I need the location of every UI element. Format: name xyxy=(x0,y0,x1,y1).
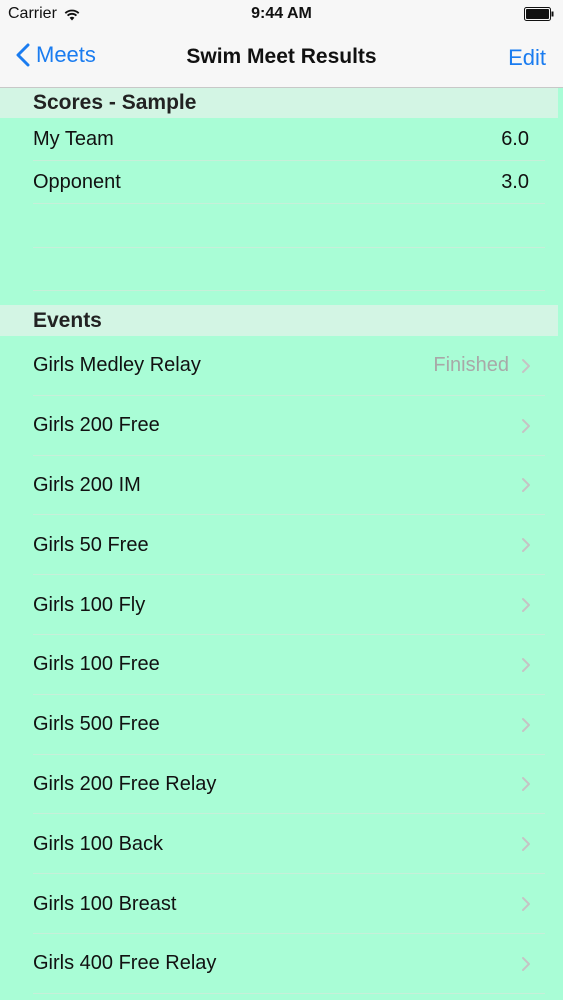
event-status: Finished xyxy=(433,354,509,377)
score-row-my-team: My Team 6.0 xyxy=(0,118,563,161)
event-row[interactable]: Girls 400 Free Relay xyxy=(0,934,563,994)
score-value: 6.0 xyxy=(501,128,529,150)
events-list: Girls Medley Relay Finished Girls 200 Fr… xyxy=(0,336,563,994)
event-row[interactable]: Girls 100 Breast xyxy=(0,874,563,934)
event-name: Girls 200 Free Relay xyxy=(33,772,217,795)
score-value: 3.0 xyxy=(501,171,529,193)
event-name: Girls 100 Free xyxy=(33,653,160,676)
event-row[interactable]: Girls 500 Free xyxy=(0,695,563,755)
events-section-header: Events xyxy=(0,305,558,336)
chevron-right-icon xyxy=(522,478,530,493)
event-row[interactable]: Girls 50 Free xyxy=(0,515,563,575)
event-row[interactable]: Girls 100 Fly xyxy=(0,575,563,635)
event-name: Girls 500 Free xyxy=(33,713,160,736)
chevron-right-icon xyxy=(522,418,530,433)
event-name: Girls 100 Fly xyxy=(33,593,146,616)
chevron-right-icon xyxy=(522,657,530,672)
event-row[interactable]: Girls 100 Back xyxy=(0,814,563,874)
event-name: Girls 50 Free xyxy=(33,533,149,556)
event-row[interactable]: Girls 200 Free xyxy=(0,396,563,456)
event-name: Girls 100 Breast xyxy=(33,892,177,915)
navigation-bar: Meets Swim Meet Results Edit xyxy=(0,30,563,88)
chevron-right-icon xyxy=(522,956,530,971)
status-bar: Carrier 9:44 AM xyxy=(0,0,563,30)
chevron-right-icon xyxy=(522,897,530,912)
blank-row xyxy=(0,204,563,248)
chevron-right-icon xyxy=(522,598,530,613)
event-name: Girls Medley Relay xyxy=(33,354,201,377)
event-name: Girls 200 Free xyxy=(33,414,160,437)
clock: 9:44 AM xyxy=(251,5,312,22)
back-button-label: Meets xyxy=(36,42,96,67)
chevron-left-icon xyxy=(16,43,30,67)
back-button[interactable]: Meets xyxy=(16,42,96,68)
event-name: Girls 100 Back xyxy=(33,832,164,855)
chevron-right-icon xyxy=(522,358,530,373)
chevron-right-icon xyxy=(522,538,530,553)
chevron-right-icon xyxy=(522,837,530,852)
event-row[interactable]: Girls 200 IM xyxy=(0,456,563,516)
score-row-opponent: Opponent 3.0 xyxy=(0,161,563,204)
blank-row xyxy=(0,248,563,291)
edit-button[interactable]: Edit xyxy=(508,45,546,71)
event-name: Girls 400 Free Relay xyxy=(33,952,217,975)
event-row[interactable]: Girls 200 Free Relay xyxy=(0,755,563,815)
event-row[interactable]: Girls Medley Relay Finished xyxy=(0,336,563,396)
battery-icon xyxy=(524,7,554,21)
chevron-right-icon xyxy=(522,717,530,732)
results-table[interactable]: Scores - Sample My Team 6.0 Opponent 3.0… xyxy=(0,88,563,1000)
chevron-right-icon xyxy=(522,777,530,792)
event-name: Girls 200 IM xyxy=(33,473,141,496)
event-row[interactable]: Girls 100 Free xyxy=(0,635,563,695)
scores-section-header: Scores - Sample xyxy=(0,88,558,118)
score-team-name: My Team xyxy=(33,128,114,150)
score-team-name: Opponent xyxy=(33,171,121,193)
